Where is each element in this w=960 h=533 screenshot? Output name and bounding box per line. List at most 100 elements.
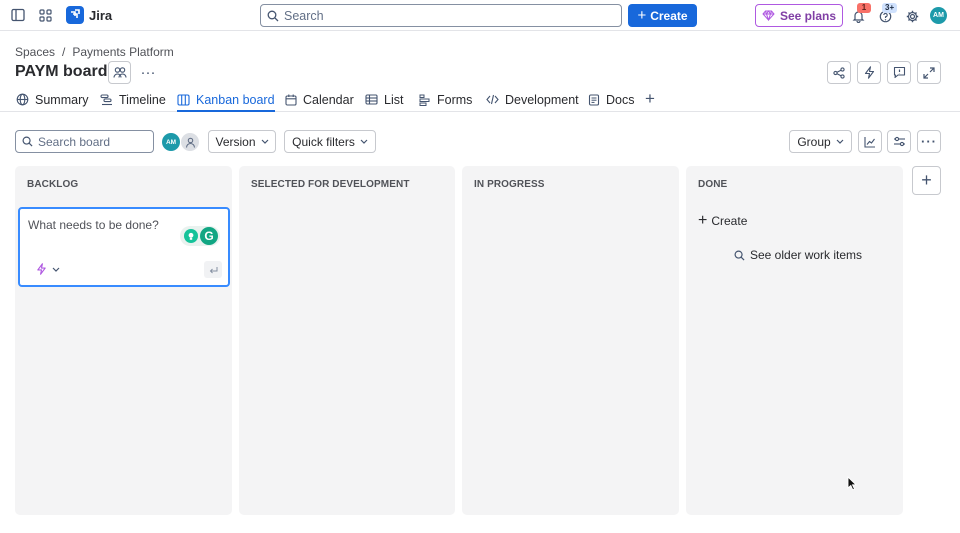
code-icon [486, 94, 499, 105]
tab-label: List [384, 92, 404, 107]
view-tabs: Summary Timeline Kanban board Calendar L… [0, 88, 960, 112]
lightning-icon [864, 66, 874, 79]
gem-icon [762, 10, 775, 21]
column-title: BACKLOG [27, 179, 79, 190]
chevron-down-icon [836, 139, 844, 144]
tab-kanban-board[interactable]: Kanban board [177, 88, 275, 112]
search-icon [734, 250, 745, 261]
assignee-avatar-filter[interactable]: AM [162, 133, 180, 151]
chart-icon [864, 136, 875, 148]
lightning-icon [37, 263, 46, 275]
quick-filters-label: Quick filters [292, 134, 355, 149]
mouse-cursor-icon [847, 476, 857, 491]
gear-icon [906, 10, 918, 22]
tab-label: Development [505, 92, 579, 107]
automation-button[interactable] [857, 61, 881, 84]
create-label: Create [650, 8, 688, 23]
column-title: SELECTED FOR DEVELOPMENT [251, 179, 410, 190]
search-icon [267, 10, 279, 21]
tab-label: Docs [606, 92, 635, 107]
tab-label: Calendar [303, 92, 354, 107]
sliders-icon [893, 136, 905, 147]
tab-label: Summary [35, 92, 89, 107]
global-search-input[interactable]: Search [260, 4, 622, 27]
feedback-button[interactable] [887, 61, 911, 84]
ai-work-type-dropdown[interactable] [36, 261, 68, 277]
see-plans-button[interactable]: See plans [755, 4, 843, 27]
see-older-work-items-label: See older work items [750, 248, 863, 262]
tab-development[interactable]: Development [486, 88, 579, 111]
breadcrumb-project[interactable]: Payments Platform [72, 45, 173, 59]
sidebar-toggle-icon[interactable] [7, 4, 29, 26]
timeline-icon [100, 93, 112, 105]
more-actions-button[interactable]: ··· [138, 63, 158, 81]
breadcrumb: Spaces / Payments Platform [15, 45, 174, 59]
tab-label: Kanban board [196, 92, 275, 107]
new-issue-placeholder: What needs to be done? [28, 218, 159, 232]
grammarly-widget[interactable]: G [180, 226, 220, 246]
version-dropdown[interactable]: Version [208, 130, 276, 153]
tab-summary[interactable]: Summary [16, 88, 88, 111]
list-icon [365, 94, 378, 105]
person-icon [185, 137, 195, 148]
expand-icon [923, 66, 935, 79]
chevron-down-icon [261, 139, 268, 144]
insights-button[interactable] [858, 130, 882, 153]
column-selected-for-development: SELECTED FOR DEVELOPMENT [239, 166, 455, 515]
app-switcher-icon[interactable] [34, 4, 56, 26]
docs-icon [588, 93, 600, 106]
fullscreen-button[interactable] [917, 61, 941, 84]
globe-icon [16, 93, 29, 106]
tab-timeline[interactable]: Timeline [100, 88, 166, 111]
top-navigation-bar: Jira Search + Create See plans 1 3+ AM [0, 0, 960, 31]
quick-filters-dropdown[interactable]: Quick filters [284, 130, 376, 153]
submit-enter-icon[interactable] [204, 261, 222, 278]
tab-label: Timeline [119, 92, 166, 107]
settings-button[interactable] [901, 5, 923, 27]
board-search-input[interactable]: Search board [15, 130, 154, 153]
view-settings-button[interactable] [887, 130, 911, 153]
lightbulb-icon [184, 229, 198, 243]
column-title: DONE [698, 179, 728, 190]
search-icon [22, 136, 33, 147]
jira-logo-icon[interactable] [66, 6, 84, 24]
tab-docs[interactable]: Docs [588, 88, 634, 111]
people-icon [112, 67, 127, 78]
tab-calendar[interactable]: Calendar [285, 88, 354, 111]
tab-label: Forms [437, 92, 473, 107]
new-issue-input[interactable]: What needs to be done? G [18, 207, 230, 287]
feedback-icon [893, 66, 905, 79]
unassigned-avatar-filter[interactable] [181, 133, 199, 151]
app-name[interactable]: Jira [89, 8, 112, 23]
chevron-down-icon [52, 267, 60, 272]
team-button[interactable] [108, 61, 131, 84]
user-avatar[interactable]: AM [930, 7, 947, 24]
search-placeholder: Search [284, 8, 324, 23]
calendar-icon [285, 94, 297, 106]
tab-forms[interactable]: Forms [419, 88, 472, 111]
column-done: DONE + Create See older work items [686, 166, 903, 515]
chevron-down-icon [360, 139, 368, 144]
version-label: Version [215, 134, 256, 149]
create-issue-label: Create [711, 214, 748, 228]
tab-list[interactable]: List [365, 88, 403, 111]
create-button[interactable]: + Create [628, 4, 697, 27]
plus-icon: + [698, 212, 708, 229]
see-plans-label: See plans [779, 8, 837, 23]
board-search-placeholder: Search board [38, 134, 111, 149]
forms-icon [419, 94, 430, 106]
group-dropdown[interactable]: Group [789, 130, 852, 153]
add-column-plus-icon[interactable]: + [912, 166, 941, 195]
group-label: Group [797, 134, 831, 149]
board-icon [177, 93, 190, 106]
see-older-work-items-button[interactable]: See older work items [734, 248, 862, 262]
breadcrumb-spaces[interactable]: Spaces [15, 45, 55, 59]
column-title: IN PROGRESS [474, 179, 545, 190]
column-in-progress: IN PROGRESS [462, 166, 679, 515]
create-issue-button[interactable]: + Create [698, 213, 747, 229]
share-button[interactable] [827, 61, 851, 84]
board-more-button[interactable]: ··· [917, 130, 941, 153]
page-title: PAYM board [15, 63, 108, 80]
grammarly-logo-icon: G [200, 227, 218, 245]
add-tab-plus-icon[interactable]: + [645, 90, 659, 108]
